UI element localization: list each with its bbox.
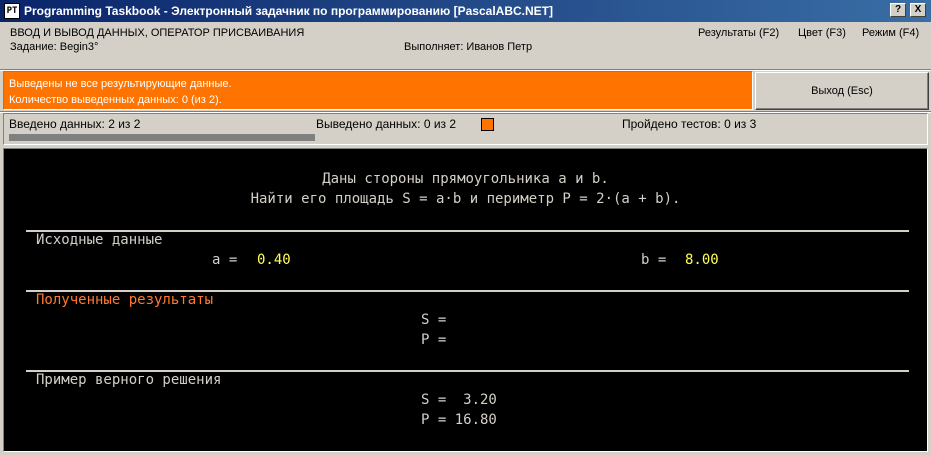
task-console: Даны стороны прямоугольника a и b. Найти… — [3, 148, 928, 452]
section-title: ВВОД И ВЫВОД ДАННЫХ, ОПЕРАТОР ПРИСВАИВАН… — [10, 27, 305, 39]
exit-button[interactable]: Выход (Esc) — [755, 72, 929, 110]
input-a-label: a = — [212, 252, 246, 268]
example-s: S = 3.20 — [421, 392, 497, 408]
help-button[interactable]: ? — [890, 3, 906, 17]
output-data-status: Выведено данных: 0 из 2 — [316, 117, 457, 131]
app-icon: PT — [4, 3, 20, 19]
window-title: Programming Taskbook - Электронный задач… — [24, 4, 553, 18]
color-menu-button[interactable]: Цвет (F3) — [798, 27, 846, 39]
error-line: Выведены не все результирующие данные. — [9, 78, 232, 90]
error-line: Количество выведенных данных: 0 (из 2). — [9, 94, 222, 106]
status-bar: Введено данных: 2 из 2 Выведено данных: … — [3, 113, 928, 145]
example-solution-header: Пример верного решения — [36, 372, 222, 388]
entered-data-status: Введено данных: 2 из 2 — [9, 117, 141, 131]
task-label: Задание: Begin3° — [10, 41, 99, 53]
entered-progress-bar — [9, 134, 315, 141]
result-s: S = — [421, 312, 447, 328]
input-b-value: 8.00 — [685, 252, 719, 268]
tests-passed-status: Пройдено тестов: 0 из 3 — [622, 117, 757, 131]
results-menu-button[interactable]: Результаты (F2) — [698, 27, 779, 39]
input-data-header: Исходные данные — [36, 232, 163, 248]
error-message-panel: Выведены не все результирующие данные. К… — [3, 71, 753, 110]
mode-menu-button[interactable]: Режим (F4) — [862, 27, 919, 39]
task-description-line: Найти его площадь S = a·b и периметр P =… — [250, 191, 681, 207]
example-p: P = 16.80 — [421, 412, 497, 428]
performer-label: Выполняет: Иванов Петр — [404, 41, 533, 53]
result-p: P = — [421, 332, 447, 348]
input-a-value: 0.40 — [257, 252, 291, 268]
output-status-indicator — [481, 118, 494, 131]
results-header: Полученные результаты — [36, 292, 214, 308]
title-bar: PT Programming Taskbook - Электронный за… — [0, 0, 931, 22]
input-b-label: b = — [641, 252, 675, 268]
task-description-line: Даны стороны прямоугольника a и b. — [322, 171, 609, 187]
task-info-panel: ВВОД И ВЫВОД ДАННЫХ, ОПЕРАТОР ПРИСВАИВАН… — [0, 22, 931, 70]
close-button[interactable]: X — [910, 3, 926, 17]
